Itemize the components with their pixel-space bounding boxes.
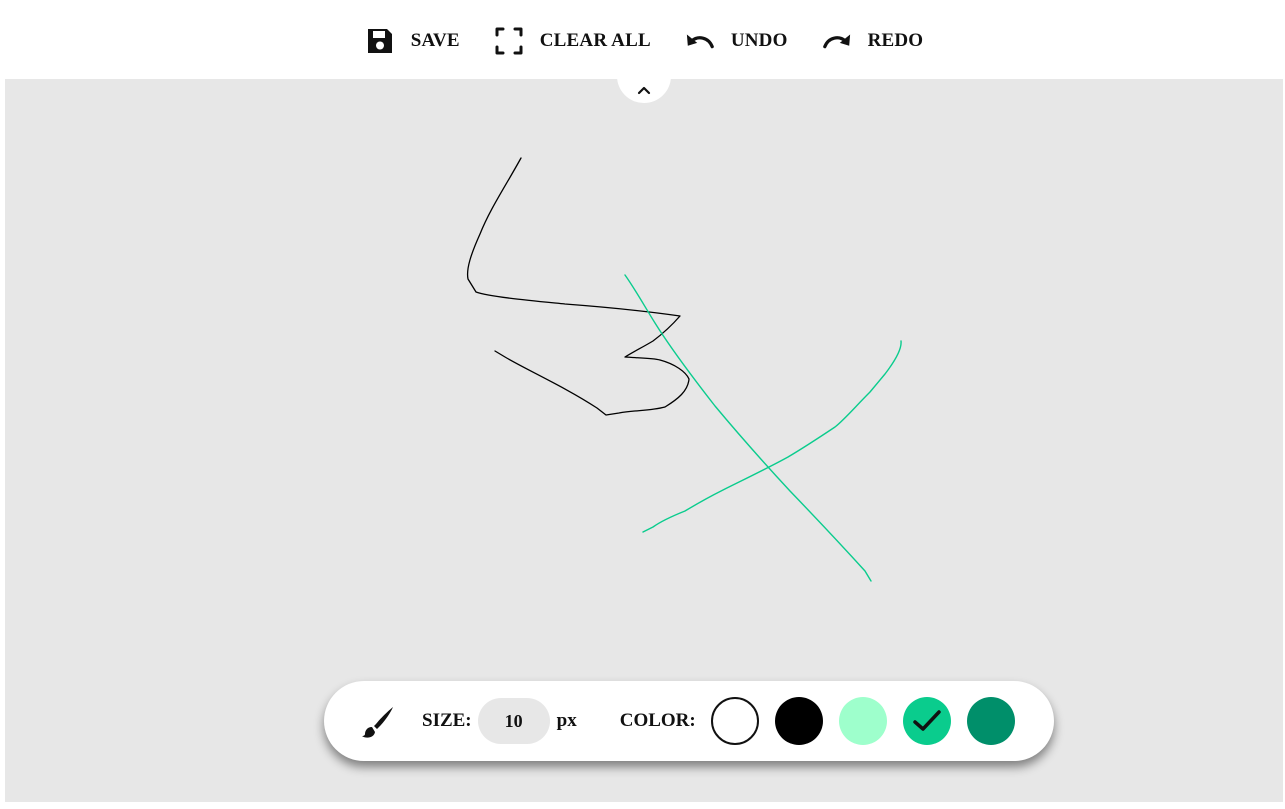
black-stroke bbox=[466, 157, 690, 416]
chevron-up-icon bbox=[637, 86, 651, 95]
brush-size-input[interactable] bbox=[477, 698, 550, 744]
color-swatch-black[interactable] bbox=[774, 697, 823, 745]
size-label: SIZE: bbox=[422, 710, 472, 731]
top-toolbar: SAVE CLEAR ALL UNDO REDO bbox=[5, 2, 1283, 79]
color-swatch-light-mint[interactable] bbox=[838, 697, 887, 745]
save-button[interactable]: SAVE bbox=[365, 26, 460, 56]
fullscreen-corners-icon bbox=[494, 26, 524, 56]
color-swatch-dark-green[interactable] bbox=[966, 697, 1015, 745]
redo-button[interactable]: REDO bbox=[822, 26, 924, 56]
save-label: SAVE bbox=[410, 29, 460, 51]
size-unit-label: px bbox=[556, 710, 577, 731]
undo-arrow-icon bbox=[685, 26, 715, 56]
color-swatch-green[interactable] bbox=[902, 697, 951, 745]
redo-label: REDO bbox=[867, 29, 924, 51]
color-swatch-white[interactable] bbox=[710, 697, 759, 745]
color-label: COLOR: bbox=[619, 710, 696, 731]
undo-label: UNDO bbox=[730, 29, 788, 51]
clear-all-button[interactable]: CLEAR ALL bbox=[494, 26, 651, 56]
redo-arrow-icon bbox=[822, 26, 852, 56]
floppy-disk-icon bbox=[365, 26, 395, 56]
checkmark-icon bbox=[912, 710, 941, 731]
clear-all-label: CLEAR ALL bbox=[539, 29, 651, 51]
brush-settings-panel: SIZE: px COLOR: bbox=[324, 681, 1054, 761]
drawing-app: SAVE CLEAR ALL UNDO REDO SIZE: 10 px COL… bbox=[5, 2, 1283, 802]
paintbrush-icon[interactable] bbox=[360, 703, 396, 739]
undo-button[interactable]: UNDO bbox=[685, 26, 788, 56]
